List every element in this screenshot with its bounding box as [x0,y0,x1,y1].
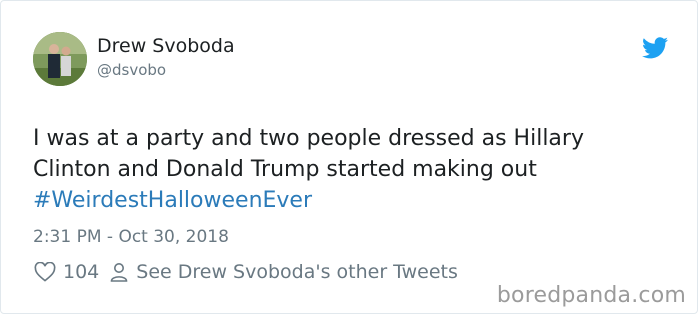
watermark: boredpanda.com [496,283,686,308]
tweet-text-line: I was at a party and two people dressed … [33,126,584,151]
twitter-bird-icon[interactable] [642,37,668,59]
tweet-card: Drew Svoboda @dsvobo I was at a party an… [0,0,698,314]
author-handle[interactable]: @dsvobo [97,61,166,79]
timestamp[interactable]: 2:31 PM - Oct 30, 2018 [33,227,229,247]
tweet-text: I was at a party and two people dressed … [33,123,683,216]
avatar[interactable] [33,32,87,86]
person-icon[interactable] [110,262,128,282]
other-tweets-link[interactable]: See Drew Svoboda's other Tweets [136,261,458,283]
author-name[interactable]: Drew Svoboda [97,35,235,57]
tweet-actions: 104 See Drew Svoboda's other Tweets [34,261,458,283]
tweet-text-line: Clinton and Donald Trump started making … [33,157,537,182]
heart-icon[interactable] [34,262,56,282]
like-count[interactable]: 104 [63,261,99,283]
hashtag-link[interactable]: #WeirdestHalloweenEver [33,185,683,216]
